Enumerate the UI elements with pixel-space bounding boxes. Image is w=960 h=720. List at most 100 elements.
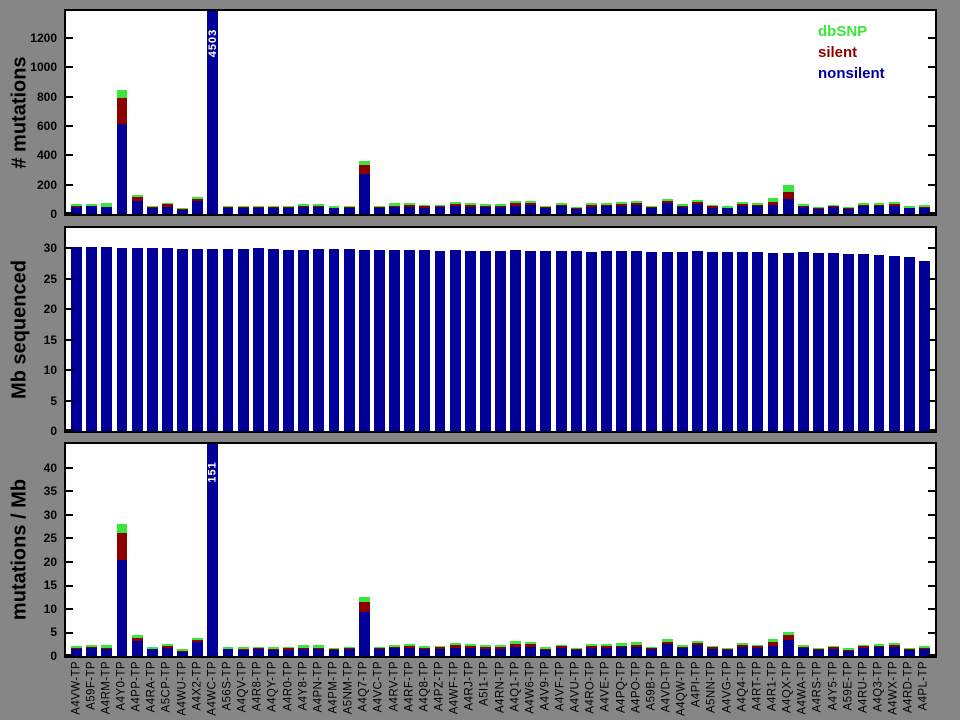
- y-tick-label: 1200: [30, 31, 57, 46]
- x-tick-label: A4Q4-TP: [736, 661, 748, 712]
- bar-slot: [448, 642, 463, 656]
- y-tick-mark: [66, 183, 73, 186]
- y-tick-mark: [928, 154, 935, 157]
- x-tick-label: A4QX-TP: [781, 661, 794, 714]
- bar-segment-nonsilent: [101, 207, 113, 214]
- stacked-bar: [177, 207, 188, 214]
- y-tick-label: 0: [50, 649, 57, 663]
- bar-segment-nonsilent: [782, 640, 794, 656]
- bar-segment-nonsilent: [177, 652, 188, 656]
- y-tick-mark: [928, 247, 935, 250]
- stacked-bar: [737, 642, 749, 656]
- bar-slot: [205, 249, 220, 431]
- x-tick-label: A59E-TP: [841, 661, 854, 711]
- y-tick-mark: [928, 584, 935, 587]
- bar-segment-silent: [358, 601, 370, 613]
- bar-slot: [811, 206, 826, 214]
- bar-slot: [130, 194, 145, 214]
- stacked-bar: [570, 206, 582, 214]
- x-tick-label: A4QV-TP: [236, 661, 249, 713]
- stacked-bar: [449, 250, 461, 431]
- bar-slot: [266, 647, 281, 656]
- bar-slot: [584, 644, 599, 656]
- x-tick-label: A4V9-TP: [539, 661, 552, 711]
- y-tick-mark: [928, 125, 935, 128]
- y-tick-mark: [66, 466, 73, 469]
- stacked-bar: [843, 207, 855, 214]
- stacked-bar: [267, 249, 279, 431]
- y-tick-label: 800: [36, 89, 57, 104]
- bar-segment-nonsilent: [298, 207, 310, 214]
- bar-slot: [705, 645, 720, 656]
- y-tick-label: 400: [36, 148, 57, 163]
- stacked-bar: [585, 203, 597, 214]
- bar-slot: [357, 160, 372, 214]
- stacked-bar: [328, 647, 340, 656]
- y-tick-mark: [928, 608, 935, 610]
- stacked-bar: [691, 251, 703, 431]
- stacked-bar: [570, 251, 582, 431]
- bar-segment-nonsilent: [207, 444, 219, 656]
- bar-slot: [281, 205, 296, 214]
- y-tick-mark: [66, 399, 73, 402]
- stacked-bar: [525, 201, 537, 214]
- bar-segment-dbsnp: [116, 523, 128, 533]
- stacked-bar: [479, 204, 491, 214]
- bar-segment-nonsilent: [495, 207, 506, 214]
- bar-segment-nonsilent: [267, 208, 279, 214]
- stacked-bar: [495, 250, 506, 431]
- y-tick-label: 5: [50, 625, 57, 640]
- bar-slot: [599, 644, 614, 656]
- bar-segment-nonsilent: [676, 206, 688, 214]
- stacked-bar: [298, 204, 310, 214]
- stacked-bar: [434, 204, 446, 214]
- y-tick-mark: [928, 369, 935, 372]
- bar-slot: [765, 638, 780, 656]
- x-tick-label: A4RN-TP: [493, 661, 506, 714]
- stacked-bar: [903, 206, 915, 214]
- bar-segment-mb-sequenced: [146, 247, 158, 431]
- bar-segment-mb-sequenced: [510, 250, 522, 431]
- bar-slot: [130, 247, 145, 431]
- bar-segment-mb-sequenced: [585, 251, 597, 431]
- bar-segment-nonsilent: [358, 612, 370, 656]
- bar-segment-mb-sequenced: [283, 249, 294, 431]
- stacked-bar: [101, 203, 113, 214]
- bar-segment-nonsilent: [237, 208, 249, 214]
- bar-slot: [508, 641, 523, 656]
- bar-slot: [417, 646, 432, 656]
- x-tick-label: A4PL-TP: [917, 661, 930, 711]
- y-tick-mark: [66, 537, 73, 540]
- bar-slot: [99, 246, 114, 431]
- bar-segment-nonsilent: [767, 646, 779, 656]
- stacked-bar: [237, 248, 249, 431]
- bar-segment-nonsilent: [555, 206, 567, 214]
- bar-segment-nonsilent: [646, 207, 658, 214]
- bar-slot: [145, 247, 160, 431]
- bar-segment-mb-sequenced: [86, 246, 98, 431]
- bar-slot: [811, 648, 826, 656]
- bar-segment-nonsilent: [813, 650, 824, 656]
- bar-slot: [523, 250, 538, 431]
- x-tick-label: A4QW-TP: [675, 661, 688, 716]
- bar-segment-nonsilent: [570, 208, 582, 214]
- stacked-bar: [313, 645, 325, 656]
- stacked-bar: [767, 197, 779, 214]
- y-tick-label: 35: [43, 484, 57, 499]
- bar-slot: [811, 252, 826, 431]
- bar-slot: [311, 249, 326, 431]
- stacked-bar: [116, 523, 128, 656]
- bar-slot: [796, 204, 811, 214]
- bar-segment-nonsilent: [116, 560, 128, 656]
- bar-segment-nonsilent: [161, 648, 173, 656]
- bar-slot: [448, 201, 463, 214]
- stacked-bar: [813, 648, 824, 656]
- stacked-bar: [237, 205, 249, 214]
- bar-segment-mb-sequenced: [601, 251, 612, 431]
- bar-slot: [902, 647, 917, 656]
- stacked-bar: [782, 631, 794, 656]
- x-tick-label: A4VW-TP: [69, 661, 82, 715]
- y-tick-mark: [66, 654, 73, 656]
- stacked-bar: [797, 252, 809, 431]
- bar-slot: [478, 645, 493, 656]
